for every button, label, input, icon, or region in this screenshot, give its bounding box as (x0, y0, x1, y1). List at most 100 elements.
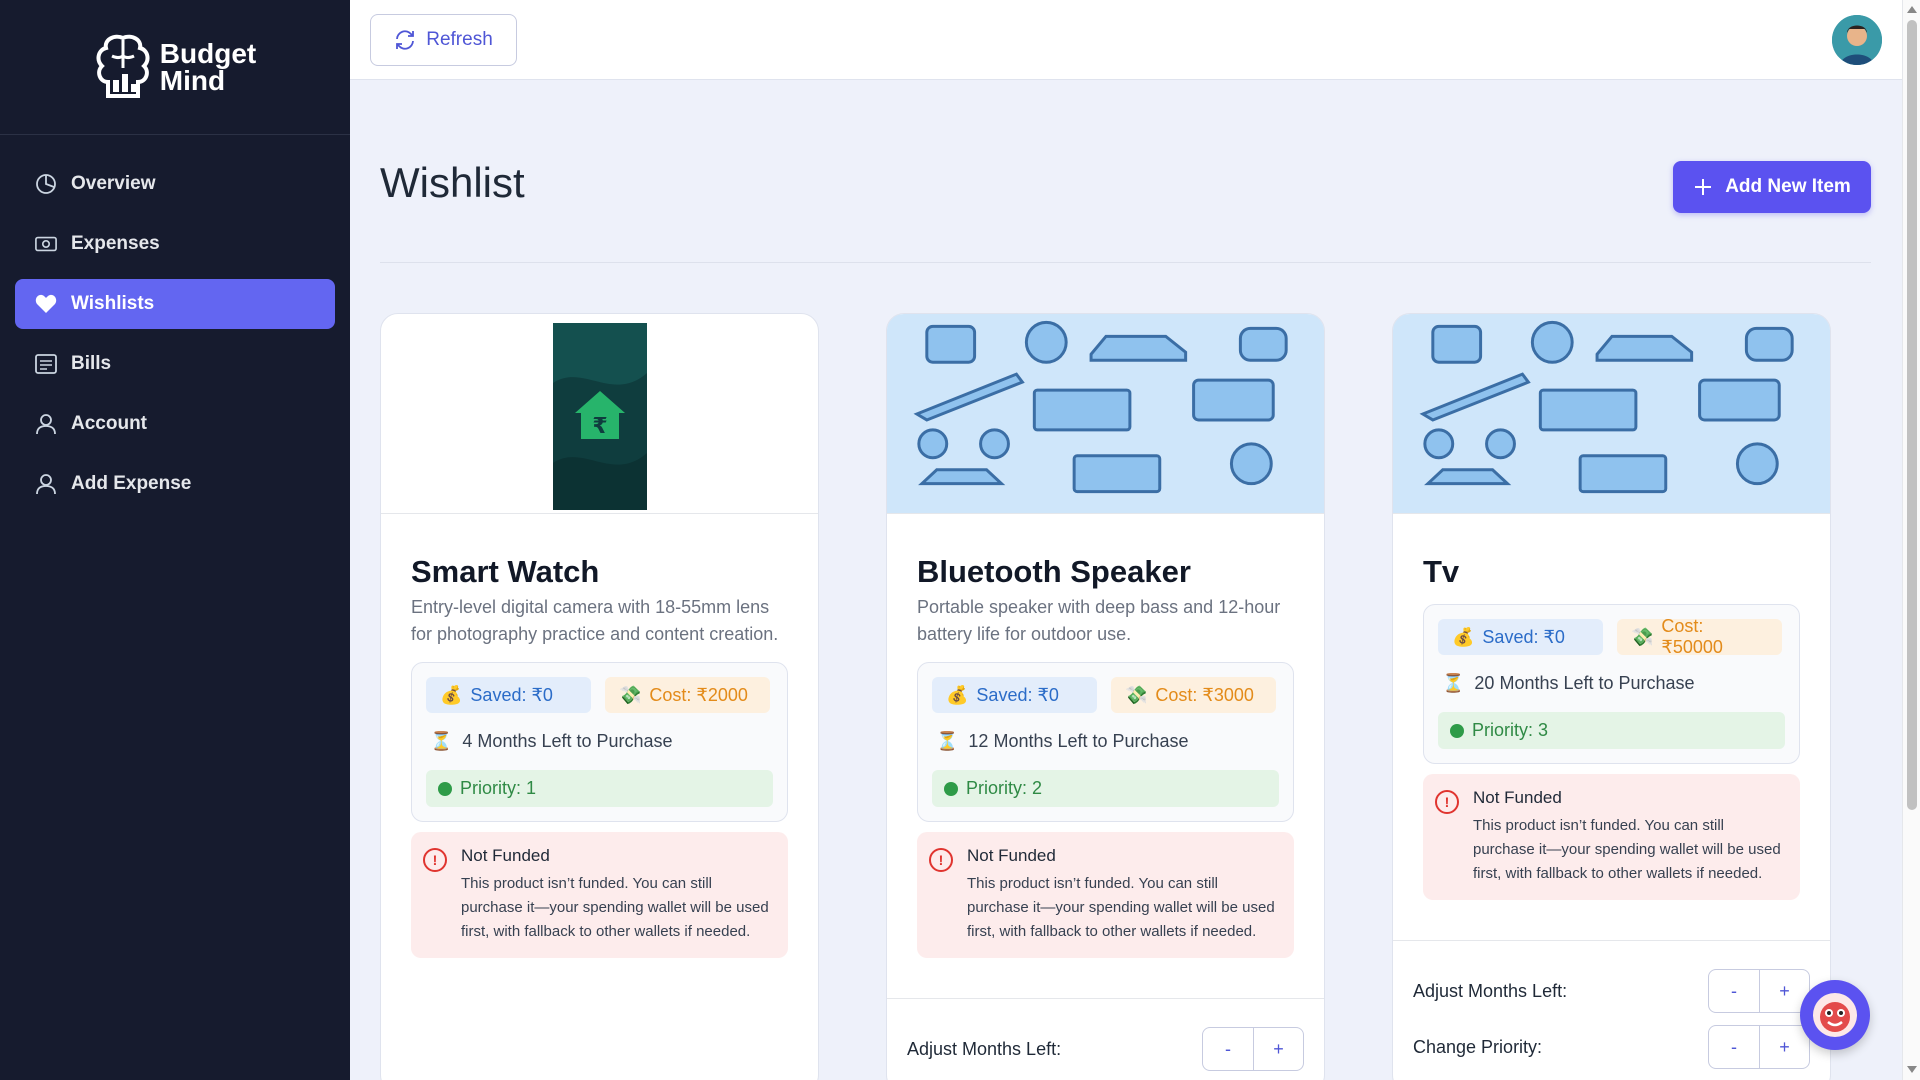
user-icon (35, 473, 57, 495)
months-left: ⏳ 12 Months Left to Purchase (936, 731, 1279, 752)
saved-value: Saved: ₹0 (470, 684, 553, 705)
page-scrollbar[interactable] (1902, 0, 1920, 1080)
main-content: Wishlist Add New Item ₹ Smart Watch Entr… (350, 81, 1902, 1080)
hourglass-icon: ⏳ (430, 731, 453, 751)
page-title: Wishlist (380, 159, 525, 206)
item-description: Entry-level digital camera with 18-55mm … (411, 597, 779, 644)
priority-text: Priority: 3 (1472, 720, 1549, 740)
cost-value: Cost: ₹3000 (1155, 684, 1254, 705)
item-stats: 💰 Saved: ₹0 💸 Cost: ₹50000 ⏳ 20 Months Left… (1423, 604, 1800, 764)
green-dot-icon (1450, 723, 1464, 738)
item-title: Tv (1423, 554, 1460, 589)
plus-icon (1695, 179, 1712, 195)
cost-value: Cost: ₹50000 (1661, 616, 1723, 657)
sidebar-item-label: Add Expense (71, 473, 192, 494)
item-description: Portable speaker with deep bass and 12-h… (917, 597, 1281, 644)
refresh-label: Refresh (426, 29, 493, 50)
item-image (1393, 314, 1830, 514)
brand-logo[interactable]: Budget Mind (0, 0, 350, 135)
scroll-down-icon[interactable] (1907, 1066, 1917, 1073)
notice-title: Not Funded (967, 846, 1056, 865)
saved-badge: 💰 Saved: ₹0 (932, 677, 1097, 713)
change-priority-label: Change Priority: (1413, 1036, 1543, 1057)
sidebar-item-overview[interactable]: Overview (15, 159, 335, 209)
user-icon (35, 413, 57, 435)
notice-text: This product isn’t funded. You can still… (461, 875, 769, 940)
money-bag-icon: 💰 (946, 684, 969, 705)
hourglass-icon: ⏳ (936, 731, 959, 751)
saved-badge: 💰 Saved: ₹0 (426, 677, 591, 713)
sidebar-item-wishlists[interactable]: Wishlists (15, 279, 335, 329)
scroll-thumb[interactable] (1907, 20, 1917, 810)
brain-chart-icon (96, 34, 150, 98)
sidebar-item-label: Bills (71, 353, 112, 374)
wishlist-card: Tv 💰 Saved: ₹0 💸 Cost: ₹50000 ⏳ 20 Months L… (1392, 313, 1831, 1080)
not-funded-notice: ! Not Funded This product isn’t funded. … (917, 832, 1294, 958)
money-bag-icon: 💰 (1452, 626, 1475, 647)
sidebar-item-label: Account (71, 413, 147, 434)
cost-badge: 💸 Cost: ₹2000 (605, 677, 770, 713)
notice-title: Not Funded (461, 846, 550, 865)
mascot-icon (1813, 993, 1857, 1037)
not-funded-notice: ! Not Funded This product isn’t funded. … (1423, 774, 1800, 900)
sidebar: Budget Mind Overview Expenses Wishlists (0, 0, 350, 1080)
refresh-icon (396, 30, 415, 50)
decrease-priority-button[interactable]: - (1709, 1026, 1759, 1068)
hourglass-icon: ⏳ (1442, 673, 1465, 693)
money-wings-icon: 💸 (619, 684, 642, 705)
months-stepper: - + (1202, 1027, 1304, 1071)
money-wings-icon: 💸 (1125, 684, 1148, 705)
not-funded-notice: ! Not Funded This product isn’t funded. … (411, 832, 788, 958)
priority-text: Priority: 2 (966, 778, 1043, 798)
sidebar-item-label: Wishlists (71, 293, 155, 314)
item-title: Smart Watch (411, 554, 600, 589)
months-left-text: 20 Months Left to Purchase (1474, 673, 1695, 693)
money-bag-icon: 💰 (440, 684, 463, 705)
brand-line-2: Mind (159, 65, 226, 96)
decrease-months-button[interactable]: - (1203, 1028, 1253, 1070)
receipt-icon (35, 353, 57, 375)
top-bar: Refresh (350, 0, 1902, 80)
sidebar-nav: Overview Expenses Wishlists Bills Accoun… (0, 135, 350, 509)
priority-text: Priority: 1 (460, 778, 537, 798)
saved-value: Saved: ₹0 (1482, 626, 1565, 647)
wishlist-card: Bluetooth Speaker Portable speaker with … (886, 313, 1325, 1080)
avatar[interactable] (1832, 15, 1882, 65)
increase-months-button[interactable]: + (1253, 1028, 1303, 1070)
item-image (887, 314, 1324, 514)
adjust-months-label: Adjust Months Left: (907, 1038, 1062, 1059)
alert-circle-icon: ! (1435, 790, 1459, 814)
scroll-up-icon[interactable] (1907, 6, 1917, 13)
months-left-text: 12 Months Left to Purchase (968, 731, 1189, 751)
card-controls: Adjust Months Left: - + Change Priority:… (1393, 940, 1830, 1069)
priority-stepper: - + (1708, 1025, 1810, 1069)
cost-badge: 💸 Cost: ₹50000 (1617, 616, 1782, 657)
add-new-item-button[interactable]: Add New Item (1673, 161, 1871, 213)
sidebar-item-add-expense[interactable]: Add Expense (15, 459, 335, 509)
green-dot-icon (438, 781, 452, 796)
saved-badge: 💰 Saved: ₹0 (1438, 619, 1603, 655)
sidebar-item-account[interactable]: Account (15, 399, 335, 449)
months-left: ⏳ 4 Months Left to Purchase (430, 731, 773, 752)
pie-chart-icon (35, 173, 57, 195)
cost-value: Cost: ₹2000 (649, 684, 748, 705)
priority-badge: Priority: 2 (932, 770, 1279, 807)
alert-circle-icon: ! (423, 848, 447, 872)
alert-circle-icon: ! (929, 848, 953, 872)
sidebar-item-bills[interactable]: Bills (15, 339, 335, 389)
refresh-button[interactable]: Refresh (370, 14, 517, 66)
item-image: ₹ (381, 314, 818, 514)
adjust-months-label: Adjust Months Left: (1413, 980, 1568, 1001)
months-left: ⏳ 20 Months Left to Purchase (1442, 673, 1785, 694)
increase-priority-button[interactable]: + (1759, 1026, 1809, 1068)
months-left-text: 4 Months Left to Purchase (462, 731, 673, 751)
cost-badge: 💸 Cost: ₹3000 (1111, 677, 1276, 713)
money-wings-icon: 💸 (1631, 626, 1654, 647)
wishlist-card: ₹ Smart Watch Entry-level digital camera… (380, 313, 819, 1080)
decrease-months-button[interactable]: - (1709, 970, 1759, 1012)
months-stepper: - + (1708, 969, 1810, 1013)
assistant-fab-button[interactable] (1800, 980, 1870, 1050)
sidebar-item-expenses[interactable]: Expenses (15, 219, 335, 269)
add-new-item-label: Add New Item (1725, 176, 1851, 197)
gadgets-illustration-icon (887, 314, 1324, 505)
